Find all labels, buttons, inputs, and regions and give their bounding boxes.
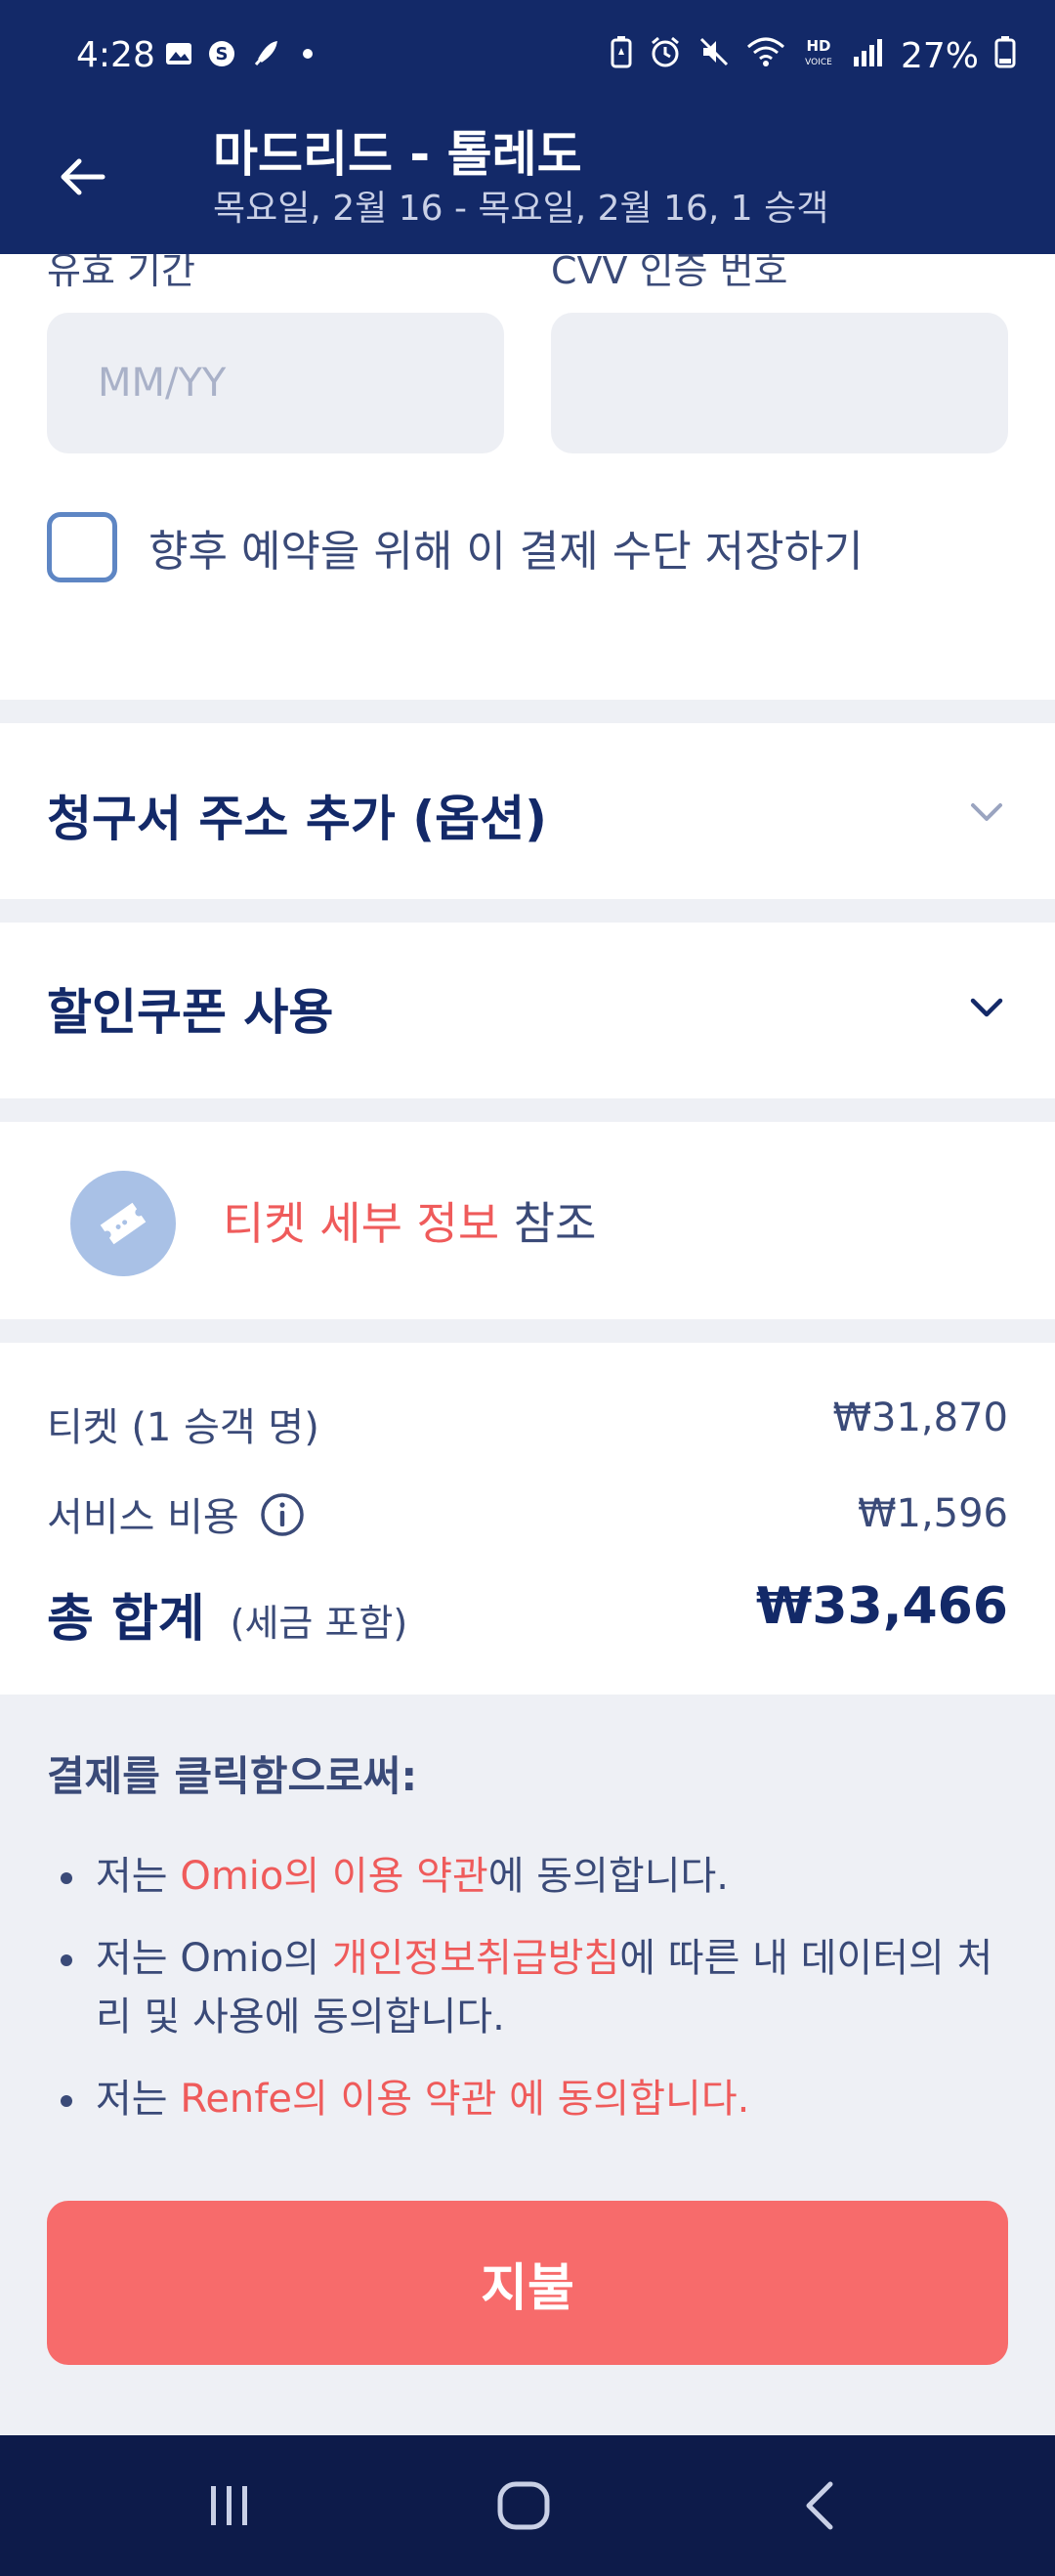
- card-form-section: 유효 기간 CVV 인증 번호 향후 예약을 위해 이 결제 수단 저장하기: [0, 254, 1055, 700]
- cvv-field-box: [551, 313, 1008, 453]
- total-label: 총 합계 (세금 포함): [47, 1577, 407, 1651]
- app-header: 마드리드 - 톨레도 목요일, 2월 16 - 목요일, 2월 16, 1 승객: [0, 115, 1055, 254]
- recent-apps-button[interactable]: [190, 2474, 268, 2537]
- service-fee-text: 서비스 비용: [47, 1495, 239, 1540]
- ticket-details-suffix: 참조: [499, 1197, 597, 1250]
- terms-item: 저는 Renfe의 이용 약관 에 동의합니다.: [55, 2070, 1012, 2128]
- feather-icon: [250, 39, 279, 68]
- terms-title: 결제를 클릭함으로써:: [47, 1752, 418, 1800]
- battery-percentage: 27%: [900, 36, 979, 76]
- svg-text:S: S: [216, 44, 229, 64]
- battery-saver-icon: [610, 35, 633, 77]
- page-title: 마드리드 - 톨레도: [213, 126, 582, 183]
- ticket-icon: [70, 1171, 176, 1276]
- terms-text: 저는: [96, 1854, 181, 1899]
- battery-icon: [994, 35, 1016, 77]
- coupon-panel[interactable]: 할인쿠폰 사용: [0, 923, 1055, 1098]
- price-summary-panel: 티켓 (1 승객 명) ₩31,870 서비스 비용 ₩1,596 총 합계 (세…: [0, 1343, 1055, 1695]
- status-left-icons: S: [164, 39, 322, 68]
- status-time: 4:28: [76, 35, 155, 75]
- wifi-icon: [746, 35, 785, 77]
- total-label-text: 총 합계: [47, 1590, 205, 1649]
- privacy-policy-link[interactable]: 개인정보취급방침: [332, 1936, 619, 1981]
- signal-icon: [852, 35, 885, 77]
- back-button[interactable]: [49, 143, 117, 211]
- terms-text: 에 동의합니다.: [487, 1854, 730, 1899]
- nav-back-button[interactable]: [781, 2474, 860, 2537]
- status-bar: 4:28 S HD VOICE 27%: [0, 0, 1055, 115]
- billing-address-title: 청구서 주소 추가 (옵션): [47, 791, 547, 847]
- s-icon: S: [207, 39, 236, 68]
- pay-button[interactable]: 지불: [47, 2201, 1008, 2365]
- svg-text:VOICE: VOICE: [805, 58, 832, 67]
- total-value: ₩33,466: [755, 1577, 1008, 1636]
- status-right: HD VOICE 27%: [610, 35, 1016, 77]
- billing-address-panel[interactable]: 청구서 주소 추가 (옵션): [0, 723, 1055, 899]
- alarm-icon: [649, 35, 682, 77]
- omio-terms-link[interactable]: Omio의 이용 약관: [180, 1854, 487, 1899]
- ticket-price-value: ₩31,870: [832, 1395, 1008, 1440]
- terms-list: 저는 Omio의 이용 약관에 동의합니다. 저는 Omio의 개인정보취급방침…: [55, 1847, 1012, 2152]
- chevron-left-icon: [806, 2481, 833, 2530]
- info-icon[interactable]: [259, 1491, 306, 1548]
- mute-icon: [697, 35, 731, 77]
- save-payment-checkbox[interactable]: [47, 512, 117, 582]
- terms-text: 저는 Omio의: [96, 1936, 332, 1981]
- expiry-input[interactable]: [47, 313, 504, 453]
- ticket-details-link-text: 티켓 세부 정보: [223, 1197, 500, 1250]
- home-button[interactable]: [485, 2474, 563, 2537]
- hd-voice-icon: HD VOICE: [801, 35, 836, 77]
- coupon-title: 할인쿠폰 사용: [47, 984, 334, 1041]
- ticket-price-label: 티켓 (1 승객 명): [47, 1405, 319, 1450]
- save-payment-label: 향후 예약을 위해 이 결제 수단 저장하기: [148, 527, 864, 577]
- terms-text: 저는: [96, 2077, 181, 2122]
- cvv-input[interactable]: [551, 313, 1008, 453]
- terms-item: 저는 Omio의 개인정보취급방침에 따른 내 데이터의 처리 및 사용에 동의…: [55, 1929, 1012, 2046]
- service-fee-value: ₩1,596: [857, 1491, 1008, 1536]
- ticket-details-link[interactable]: 티켓 세부 정보 참조: [223, 1188, 596, 1253]
- service-fee-label: 서비스 비용: [47, 1485, 306, 1548]
- ticket-details-panel: 티켓 세부 정보 참조: [0, 1122, 1055, 1319]
- expiry-label: 유효 기간: [47, 254, 195, 292]
- cvv-label: CVV 인증 번호: [551, 254, 788, 292]
- renfe-terms-link[interactable]: Renfe의 이용 약관 에 동의합니다.: [180, 2077, 749, 2122]
- svg-text:HD: HD: [806, 37, 830, 55]
- gallery-icon: [164, 39, 193, 68]
- chevron-down-icon: [957, 977, 1016, 1036]
- trip-subtitle: 목요일, 2월 16 - 목요일, 2월 16, 1 승객: [213, 189, 829, 229]
- recents-icon: [211, 2486, 247, 2525]
- expiry-field-box: [47, 313, 504, 453]
- terms-item: 저는 Omio의 이용 약관에 동의합니다.: [55, 1847, 1012, 1906]
- system-nav-bar: [0, 2435, 1055, 2576]
- back-arrow-icon: [61, 158, 106, 195]
- dot-icon: [293, 39, 322, 68]
- total-note: (세금 포함): [230, 1602, 408, 1645]
- home-icon: [497, 2481, 550, 2530]
- chevron-down-icon: [957, 782, 1016, 840]
